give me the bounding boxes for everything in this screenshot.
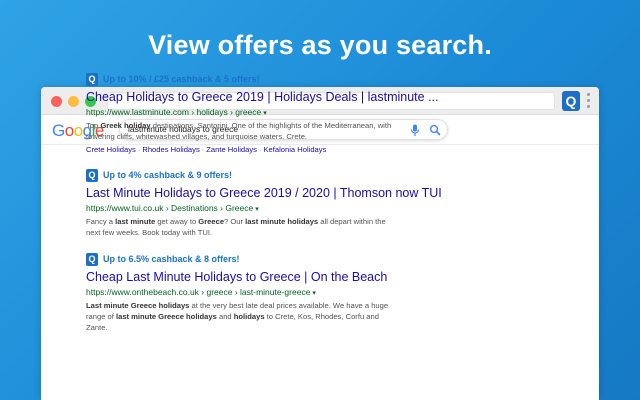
sitelink[interactable]: Zante Holidays	[206, 145, 257, 154]
sitelink-separator: ·	[258, 145, 262, 154]
offer-text: Up to 4% cashback & 9 offers!	[103, 170, 233, 180]
result-url-text: https://www.lastminute.com › holidays › …	[86, 107, 262, 117]
search-result: Q Up to 6.5% cashback & 8 offers! Cheap …	[86, 252, 406, 333]
minimize-window-button[interactable]	[68, 96, 79, 107]
result-title-link[interactable]: Cheap Last Minute Holidays to Greece | O…	[86, 270, 406, 284]
result-url[interactable]: https://www.lastminute.com › holidays › …	[86, 107, 406, 117]
result-url[interactable]: https://www.tui.co.uk › Destinations › G…	[86, 203, 406, 213]
sitelink[interactable]: Rhodes Holidays	[142, 145, 199, 154]
search-icon[interactable]	[429, 124, 441, 136]
result-url[interactable]: https://www.onthebeach.co.uk › greece › …	[86, 287, 406, 297]
google-logo-letter: o	[64, 121, 74, 140]
sitelink[interactable]: Crete Holidays	[86, 145, 136, 154]
chevron-down-icon[interactable]: ▾	[312, 290, 316, 297]
microphone-icon[interactable]	[410, 124, 420, 137]
chevron-down-icon[interactable]: ▾	[263, 110, 267, 117]
google-logo-letter: G	[52, 121, 65, 140]
google-logo-letter: o	[73, 121, 83, 140]
result-snippet: Top Greek holiday destinations. Santorin…	[86, 121, 392, 141]
sitelink-separator: ·	[201, 145, 205, 154]
headline: View offers as you search.	[148, 30, 492, 60]
result-title-link[interactable]: Last Minute Holidays to Greece 2019 / 20…	[86, 186, 442, 200]
search-result: Q Up to 10% / £25 cashback & 5 offers! C…	[86, 72, 439, 154]
search-result: Q Up to 4% cashback & 9 offers! Last Min…	[86, 168, 442, 238]
sitelink[interactable]: Kefalonia Holidays	[263, 145, 326, 154]
result-url-text: https://www.onthebeach.co.uk › greece › …	[86, 287, 311, 297]
sitelinks: Crete Holidays · Rhodes Holidays · Zante Hol…	[86, 145, 406, 154]
cashback-offer[interactable]: Q Up to 10% / £25 cashback & 5 offers!	[86, 72, 406, 86]
result-snippet: Fancy a last minute get away to Greece? …	[86, 217, 386, 237]
offer-text: Up to 6.5% cashback & 8 offers!	[103, 254, 240, 264]
extension-q-icon: Q	[86, 72, 98, 86]
offer-text: Up to 10% / £25 cashback & 5 offers!	[103, 74, 260, 84]
chevron-down-icon[interactable]: ▾	[255, 206, 259, 213]
browser-menu-icon[interactable]	[587, 93, 591, 109]
result-snippet: Last minute Greece holidays at the very …	[86, 301, 389, 332]
cashback-offer[interactable]: Q Up to 4% cashback & 9 offers!	[86, 168, 406, 182]
cashback-offer[interactable]: Q Up to 6.5% cashback & 8 offers!	[86, 252, 406, 266]
search-results: Q Up to 10% / £25 cashback & 5 offers! C…	[86, 72, 442, 347]
sitelink-separator: ·	[137, 145, 141, 154]
extension-q-icon[interactable]: Q	[562, 91, 580, 111]
result-title-link[interactable]: Cheap Holidays to Greece 2019 | Holidays…	[86, 90, 439, 104]
result-url-text: https://www.tui.co.uk › Destinations › G…	[86, 203, 254, 213]
extension-q-icon: Q	[86, 252, 98, 266]
close-window-button[interactable]	[51, 96, 62, 107]
extension-q-icon: Q	[86, 168, 98, 182]
